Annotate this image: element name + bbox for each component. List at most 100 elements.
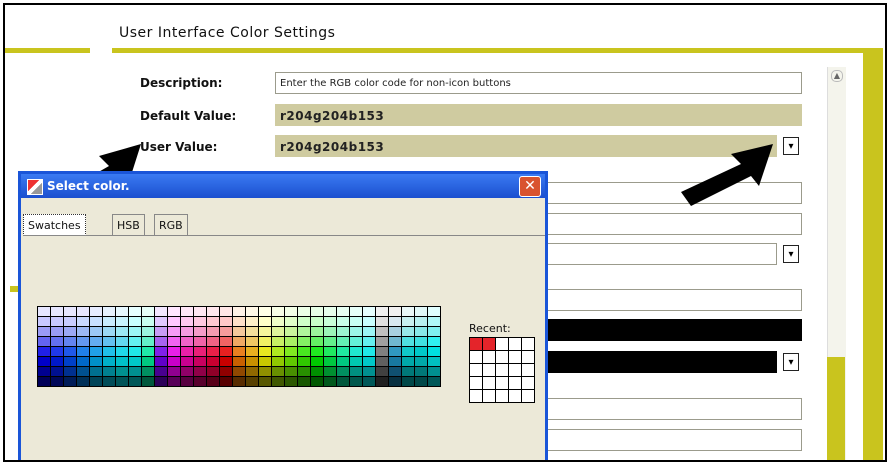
color-swatch[interactable] xyxy=(51,347,64,357)
color-swatch[interactable] xyxy=(402,327,415,337)
recent-swatch[interactable] xyxy=(509,338,522,351)
color-swatch[interactable] xyxy=(246,377,259,387)
recent-swatch[interactable] xyxy=(496,351,509,364)
color-swatch[interactable] xyxy=(77,377,90,387)
color-swatch[interactable] xyxy=(168,367,181,377)
recent-swatch[interactable] xyxy=(483,364,496,377)
color-swatch[interactable] xyxy=(389,347,402,357)
color-swatch[interactable] xyxy=(285,377,298,387)
color-swatch[interactable] xyxy=(428,367,441,377)
color-swatch[interactable] xyxy=(259,347,272,357)
color-swatch[interactable] xyxy=(272,327,285,337)
color-swatch[interactable] xyxy=(129,327,142,337)
color-swatch[interactable] xyxy=(51,337,64,347)
color-swatch[interactable] xyxy=(181,307,194,317)
color-swatch[interactable] xyxy=(168,317,181,327)
color-swatch[interactable] xyxy=(38,367,51,377)
color-swatch[interactable] xyxy=(337,337,350,347)
scroll-up-icon[interactable]: ▲ xyxy=(831,70,843,82)
color-swatch[interactable] xyxy=(402,307,415,317)
color-swatch[interactable] xyxy=(90,377,103,387)
color-swatch[interactable] xyxy=(168,327,181,337)
color-swatch[interactable] xyxy=(181,347,194,357)
recent-swatch[interactable] xyxy=(522,338,535,351)
color-swatch[interactable] xyxy=(207,347,220,357)
recent-swatch[interactable] xyxy=(509,377,522,390)
color-swatch[interactable] xyxy=(142,367,155,377)
color-swatch[interactable] xyxy=(272,347,285,357)
color-swatch[interactable] xyxy=(350,327,363,337)
tab-rgb[interactable]: RGB xyxy=(154,214,188,236)
color-swatch[interactable] xyxy=(168,307,181,317)
color-swatch[interactable] xyxy=(142,377,155,387)
color-swatch[interactable] xyxy=(350,377,363,387)
color-swatch[interactable] xyxy=(298,377,311,387)
color-swatch[interactable] xyxy=(220,367,233,377)
color-swatch[interactable] xyxy=(259,327,272,337)
color-swatch[interactable] xyxy=(285,347,298,357)
color-swatch[interactable] xyxy=(51,367,64,377)
color-swatch[interactable] xyxy=(155,357,168,367)
color-swatch[interactable] xyxy=(103,327,116,337)
color-swatch[interactable] xyxy=(77,327,90,337)
color-swatch[interactable] xyxy=(259,357,272,367)
recent-swatch[interactable] xyxy=(509,364,522,377)
color-swatch[interactable] xyxy=(259,377,272,387)
color-swatch[interactable] xyxy=(38,347,51,357)
color-swatch[interactable] xyxy=(181,317,194,327)
color-swatch[interactable] xyxy=(246,347,259,357)
color-swatch[interactable] xyxy=(376,357,389,367)
color-swatch[interactable] xyxy=(428,317,441,327)
color-swatch[interactable] xyxy=(181,357,194,367)
recent-swatch[interactable] xyxy=(483,351,496,364)
color-swatch[interactable] xyxy=(428,377,441,387)
color-swatch[interactable] xyxy=(285,317,298,327)
color-swatch[interactable] xyxy=(142,327,155,337)
color-swatch[interactable] xyxy=(233,317,246,327)
recent-swatch[interactable] xyxy=(522,390,535,403)
color-swatch[interactable] xyxy=(324,367,337,377)
color-swatch[interactable] xyxy=(428,327,441,337)
color-swatch[interactable] xyxy=(324,357,337,367)
recent-swatch[interactable] xyxy=(509,351,522,364)
color-swatch[interactable] xyxy=(194,357,207,367)
color-swatch[interactable] xyxy=(116,307,129,317)
color-swatch[interactable] xyxy=(64,307,77,317)
color-swatch[interactable] xyxy=(376,317,389,327)
color-swatch[interactable] xyxy=(220,377,233,387)
color-swatch[interactable] xyxy=(155,347,168,357)
color-swatch[interactable] xyxy=(376,327,389,337)
color-swatch[interactable] xyxy=(181,367,194,377)
color-swatch[interactable] xyxy=(298,357,311,367)
color-swatch[interactable] xyxy=(142,337,155,347)
color-swatch[interactable] xyxy=(77,337,90,347)
color-swatch[interactable] xyxy=(337,307,350,317)
color-swatch[interactable] xyxy=(337,317,350,327)
color-swatch[interactable] xyxy=(129,367,142,377)
color-swatch[interactable] xyxy=(38,317,51,327)
color-swatch[interactable] xyxy=(337,327,350,337)
color-swatch[interactable] xyxy=(311,317,324,327)
color-swatch[interactable] xyxy=(272,357,285,367)
color-swatch[interactable] xyxy=(194,377,207,387)
color-swatch[interactable] xyxy=(337,367,350,377)
color-swatch[interactable] xyxy=(311,367,324,377)
color-swatch[interactable] xyxy=(233,307,246,317)
color-swatch[interactable] xyxy=(77,317,90,327)
color-swatch[interactable] xyxy=(129,377,142,387)
color-swatch[interactable] xyxy=(207,337,220,347)
color-swatch[interactable] xyxy=(77,357,90,367)
color-swatch[interactable] xyxy=(311,377,324,387)
color-swatch[interactable] xyxy=(324,307,337,317)
color-swatch[interactable] xyxy=(363,377,376,387)
color-swatch[interactable] xyxy=(77,347,90,357)
color-swatch[interactable] xyxy=(402,337,415,347)
color-swatch[interactable] xyxy=(402,367,415,377)
color-swatch[interactable] xyxy=(90,327,103,337)
color-swatch[interactable] xyxy=(155,377,168,387)
color-swatch[interactable] xyxy=(168,347,181,357)
color-swatch[interactable] xyxy=(129,307,142,317)
color-swatch[interactable] xyxy=(415,317,428,327)
color-swatch[interactable] xyxy=(116,357,129,367)
color-swatch[interactable] xyxy=(298,317,311,327)
